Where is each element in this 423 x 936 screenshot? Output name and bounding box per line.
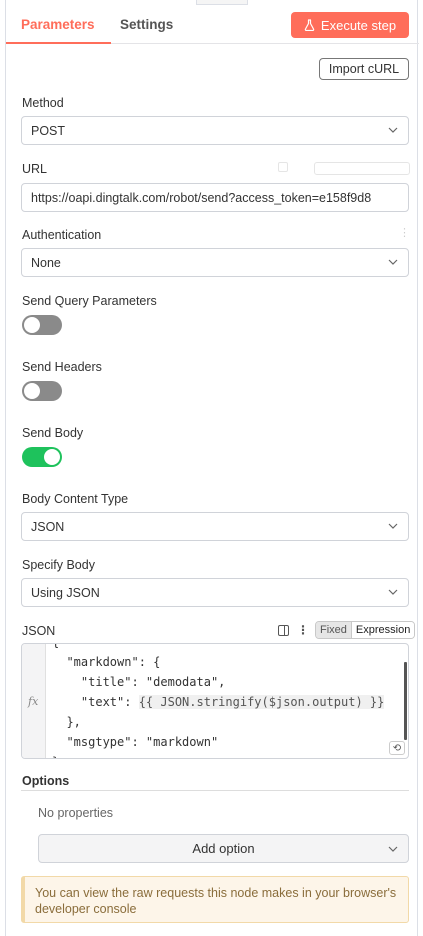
- body-content-type-label: Body Content Type: [22, 492, 129, 506]
- chevron-down-icon: [388, 846, 398, 852]
- specify-body-select[interactable]: Using JSON: [21, 578, 409, 607]
- url-mode-toggle-ghost: [278, 162, 410, 176]
- tab-parameters[interactable]: Parameters: [6, 17, 111, 44]
- method-value: POST: [31, 123, 66, 138]
- toggle-knob: [24, 317, 40, 333]
- code-line: {: [52, 644, 384, 652]
- code-line: "title": "demodata",: [52, 675, 226, 689]
- send-body-toggle[interactable]: [22, 447, 62, 467]
- authentication-value: None: [31, 255, 61, 270]
- code-expression: {{ JSON.stringify($json.output) }}: [138, 695, 385, 709]
- execute-step-label: Execute step: [320, 17, 397, 33]
- code-line: "markdown": {: [52, 655, 161, 669]
- mode-expression[interactable]: Expression: [350, 622, 415, 638]
- import-curl-button[interactable]: Import cURL: [319, 58, 409, 80]
- specify-body-value: Using JSON: [31, 585, 100, 600]
- info-notice: You can view the raw requests this node …: [21, 876, 409, 923]
- method-select[interactable]: POST: [21, 116, 409, 145]
- no-properties-text: No properties: [38, 806, 114, 820]
- code-line: "text": {{ JSON.stringify($json.output) …: [52, 692, 385, 712]
- chevron-down-icon: [388, 523, 398, 529]
- chevron-down-icon: [388, 259, 398, 265]
- editor-scrollbar[interactable]: [404, 662, 407, 740]
- specify-body-label: Specify Body: [22, 558, 95, 572]
- resize-handle-icon[interactable]: ⟲: [389, 741, 405, 755]
- toggle-knob: [24, 383, 40, 399]
- tab-settings[interactable]: Settings: [120, 17, 173, 32]
- chevron-down-icon: [388, 589, 398, 595]
- body-content-type-select[interactable]: JSON: [21, 512, 409, 541]
- more-options-icon[interactable]: ⋮: [399, 226, 410, 239]
- chevron-down-icon: [388, 127, 398, 133]
- send-body-label: Send Body: [22, 426, 84, 440]
- code-line-text: "text":: [52, 695, 139, 709]
- code-line: "msgtype": "markdown": [52, 735, 219, 749]
- add-option-label: Add option: [192, 841, 255, 856]
- fx-icon: fx: [28, 695, 39, 708]
- json-field-tools: ⋮ Fixed Expression: [278, 621, 416, 639]
- fixed-expression-switch: Fixed Expression: [315, 621, 416, 639]
- authentication-label: Authentication: [22, 228, 102, 242]
- tab-bar: Parameters Settings Execute step: [6, 0, 419, 44]
- toggle-knob: [44, 449, 60, 465]
- json-editor[interactable]: fx { "markdown": { "title": "demodata", …: [21, 643, 409, 759]
- json-code[interactable]: { "markdown": { "title": "demodata", "te…: [52, 644, 385, 758]
- send-headers-toggle[interactable]: [22, 381, 62, 401]
- authentication-select[interactable]: None: [21, 248, 409, 277]
- editor-gutter: fx: [22, 644, 46, 758]
- options-divider: [21, 790, 409, 791]
- code-line: },: [52, 715, 81, 729]
- add-option-button[interactable]: Add option: [38, 834, 409, 863]
- url-value: https://oapi.dingtalk.com/robot/send?acc…: [31, 190, 372, 205]
- flask-icon: [304, 19, 315, 31]
- send-headers-label: Send Headers: [22, 360, 102, 374]
- send-query-toggle[interactable]: [22, 315, 62, 335]
- json-label: JSON: [22, 624, 56, 638]
- mode-fixed[interactable]: Fixed: [316, 622, 351, 638]
- body-content-type-value: JSON: [31, 519, 65, 534]
- method-label: Method: [22, 96, 64, 110]
- execute-step-button[interactable]: Execute step: [291, 12, 409, 38]
- options-title: Options: [22, 774, 70, 788]
- open-panel-icon[interactable]: [278, 624, 289, 636]
- url-input[interactable]: https://oapi.dingtalk.com/robot/send?acc…: [21, 183, 409, 212]
- send-query-label: Send Query Parameters: [22, 294, 157, 308]
- code-line: }: [52, 752, 384, 758]
- url-label: URL: [22, 162, 48, 176]
- more-options-icon[interactable]: ⋮: [297, 623, 309, 637]
- node-parameters-panel: Parameters Settings Execute step Import …: [5, 0, 419, 936]
